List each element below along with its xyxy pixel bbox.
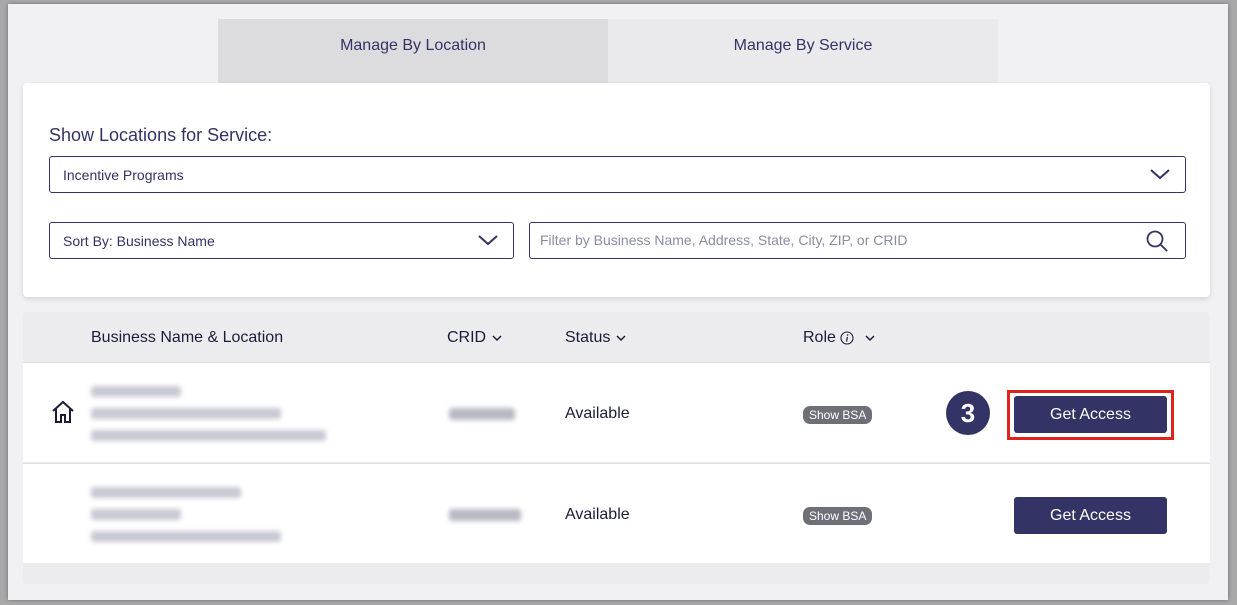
header-role-label: Role [803, 329, 836, 346]
business-info-redacted [91, 480, 281, 553]
results-table: Business Name & Location CRID Status Rol… [23, 312, 1210, 584]
service-select[interactable]: Incentive Programs [49, 156, 1186, 193]
show-bsa-badge[interactable]: Show BSA [803, 406, 873, 424]
app-frame: Manage By Location Manage By Service Sho… [8, 4, 1228, 600]
service-select-value: Incentive Programs [63, 166, 184, 183]
header-role[interactable]: Role [803, 329, 876, 347]
step-marker: 3 [946, 391, 990, 435]
header-crid-label: CRID [447, 329, 487, 346]
sort-select[interactable]: Sort By: Business Name [49, 222, 514, 259]
sort-select-value: Sort By: Business Name [63, 232, 215, 249]
search-icon[interactable] [1145, 229, 1169, 253]
filter-panel: Show Locations for Service: Incentive Pr… [23, 83, 1210, 297]
search-input[interactable] [540, 223, 1130, 257]
crid-redacted [449, 408, 515, 420]
sort-caret-icon [865, 335, 875, 342]
filter-heading: Show Locations for Service: [49, 125, 273, 145]
sort-caret-icon [616, 335, 626, 342]
show-bsa-badge[interactable]: Show BSA [803, 507, 873, 525]
business-info-redacted [91, 379, 326, 452]
sort-caret-icon [492, 335, 502, 342]
header-status-label: Status [565, 329, 611, 346]
tab-bar: Manage By Location Manage By Service [218, 19, 998, 83]
tab-manage-by-location[interactable]: Manage By Location [218, 19, 608, 83]
info-icon[interactable] [840, 331, 854, 345]
home-icon [52, 400, 74, 423]
tab-manage-by-service[interactable]: Manage By Service [608, 19, 998, 83]
get-access-button[interactable]: Get Access [1014, 497, 1167, 534]
get-access-button[interactable]: Get Access [1014, 396, 1167, 433]
header-status[interactable]: Status [565, 329, 627, 347]
status-text: Available [565, 405, 630, 422]
table-row: Available Show BSA 3 Get Access [23, 362, 1210, 462]
chevron-down-icon [478, 235, 498, 246]
search-field [529, 222, 1186, 259]
crid-redacted [449, 509, 521, 521]
table-row: Available Show BSA Get Access [23, 463, 1210, 563]
chevron-down-icon [1150, 169, 1170, 180]
header-business-label: Business Name & Location [91, 329, 284, 346]
header-crid[interactable]: CRID [447, 329, 503, 347]
header-business: Business Name & Location [91, 329, 283, 347]
status-text: Available [565, 506, 630, 523]
table-header: Business Name & Location CRID Status Rol… [23, 312, 1210, 362]
